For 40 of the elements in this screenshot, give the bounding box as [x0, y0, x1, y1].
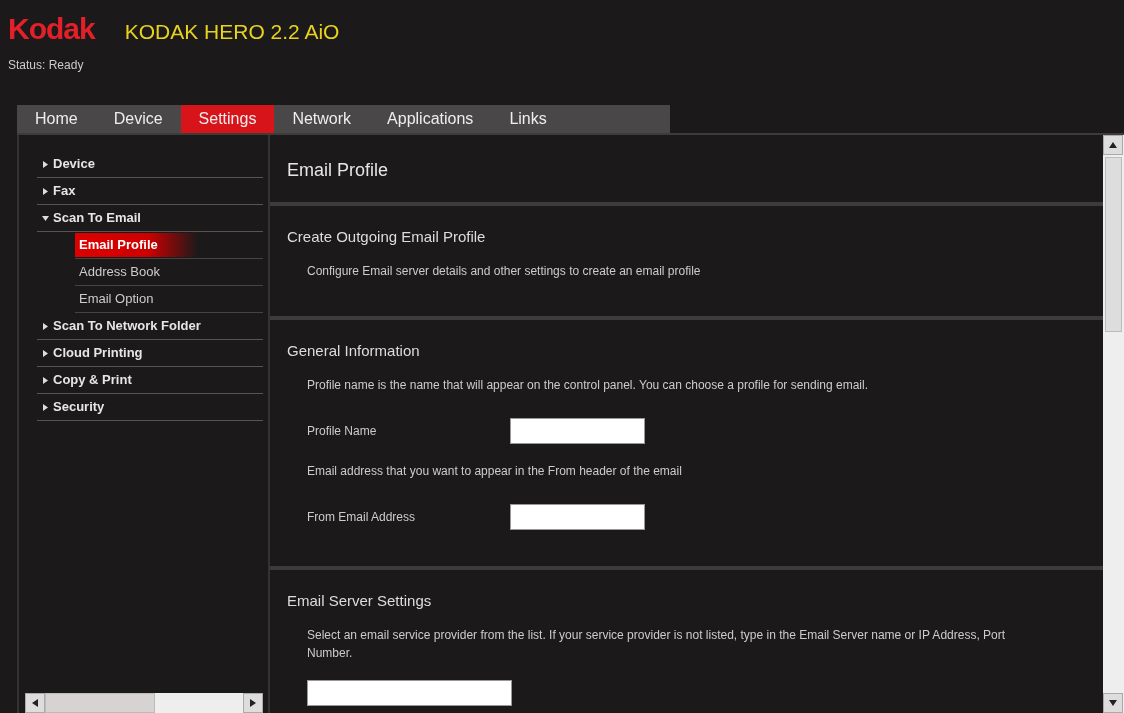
sidebar-item[interactable]: Device: [53, 154, 95, 174]
nav-tab[interactable]: Settings: [180, 105, 275, 133]
status-text: Status: Ready: [8, 56, 85, 74]
dropdown-field[interactable]: [307, 680, 512, 706]
sidebar-item[interactable]: Security: [53, 397, 105, 417]
field-label: From Email Address: [307, 509, 417, 526]
sidebar-subitem[interactable]: Email Profile: [75, 233, 198, 257]
brand-logo: Kodak: [8, 14, 95, 44]
sidebar-item[interactable]: Fax: [53, 181, 76, 201]
input-field[interactable]: [510, 418, 645, 444]
scroll-left-icon[interactable]: [32, 699, 38, 707]
description-text: Select an email service provider from the list. If your service provider is not listed, type in the Email Server name or IP Address, Port Number.: [307, 627, 1007, 662]
sidebar-subitem[interactable]: Email Option: [75, 287, 158, 311]
page-title: Email Profile: [270, 135, 1103, 206]
scrollbar-thumb[interactable]: [45, 693, 155, 713]
section-heading: Email Server Settings: [287, 592, 433, 610]
section-heading: General Information: [287, 342, 421, 360]
sidebar-item[interactable]: Scan To Email: [53, 208, 141, 228]
scroll-down-icon[interactable]: [1109, 700, 1117, 706]
scrollbar-thumb[interactable]: [1105, 157, 1122, 332]
sidebar-item[interactable]: Cloud Printing: [53, 343, 143, 363]
description-text: Email address that you want to appear in the From header of the email: [307, 463, 683, 480]
vertical-scrollbar[interactable]: [1103, 135, 1124, 713]
scroll-up-icon[interactable]: [1109, 142, 1117, 148]
device-title: KODAK HERO 2.2 AiO: [124, 19, 340, 45]
scroll-right-icon[interactable]: [250, 699, 256, 707]
nav-tab[interactable]: Links: [491, 105, 565, 133]
nav-tab[interactable]: Network: [274, 105, 370, 133]
description-text: Configure Email server details and other settings to create an email profile: [307, 263, 702, 280]
nav-tab[interactable]: Home: [17, 105, 96, 133]
section-heading: Create Outgoing Email Profile: [287, 228, 487, 246]
field-label: Profile Name: [307, 423, 378, 440]
sidebar-item[interactable]: Scan To Network Folder: [53, 316, 201, 336]
horizontal-scrollbar[interactable]: [25, 693, 263, 713]
nav-tab[interactable]: Device: [95, 105, 181, 133]
sidebar-item[interactable]: Copy & Print: [53, 370, 132, 390]
sidebar-subitem[interactable]: Address Book: [75, 260, 164, 284]
description-text: Profile name is the name that will appear on the control panel. You can choose a profile for sending email.: [307, 377, 869, 394]
nav-tab[interactable]: Applications: [369, 105, 492, 133]
input-field[interactable]: [510, 504, 645, 530]
